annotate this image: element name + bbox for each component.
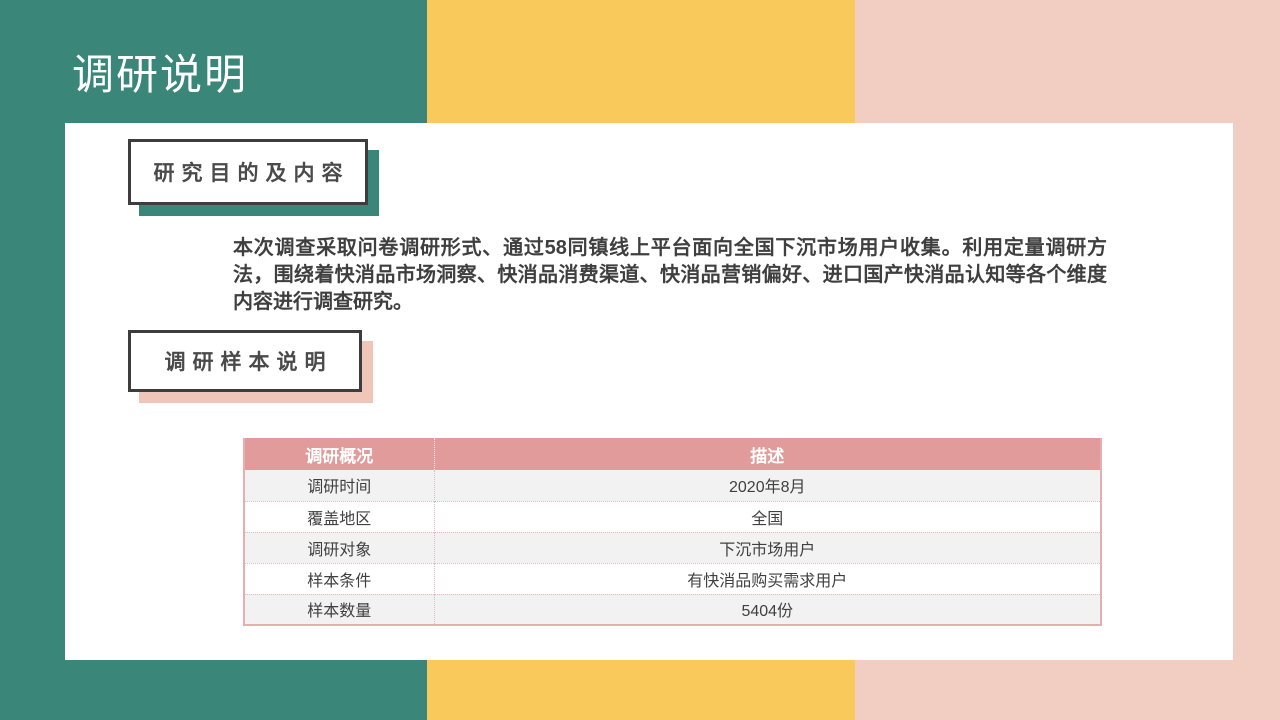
table-cell-value: 2020年8月 bbox=[434, 470, 1101, 501]
section-header-research-purpose: 研究目的及内容 bbox=[128, 139, 368, 205]
table-cell-value: 全国 bbox=[434, 501, 1101, 532]
survey-sample-table: 调研概况 描述 调研时间 2020年8月 覆盖地区 全国 调研对象 下沉市场用户 bbox=[243, 438, 1102, 626]
table-cell-value: 下沉市场用户 bbox=[434, 532, 1101, 563]
table-cell-label: 样本数量 bbox=[244, 594, 434, 625]
table-header-row: 调研概况 描述 bbox=[244, 438, 1101, 470]
table-row: 样本条件 有快消品购买需求用户 bbox=[244, 563, 1101, 594]
table-row: 调研时间 2020年8月 bbox=[244, 470, 1101, 501]
table-cell-label: 样本条件 bbox=[244, 563, 434, 594]
section-header-label: 研究目的及内容 bbox=[147, 157, 350, 187]
page-title: 调研说明 bbox=[72, 50, 248, 100]
table-header-overview: 调研概况 bbox=[244, 438, 434, 470]
section-header-sample-description: 调研样本说明 bbox=[128, 330, 362, 392]
section-header-label: 调研样本说明 bbox=[158, 346, 333, 376]
slide: 调研说明 研究目的及内容 本次调查采取问卷调研形式、通过58同镇线上平台面向全国… bbox=[0, 0, 1280, 720]
research-description-paragraph: 本次调查采取问卷调研形式、通过58同镇线上平台面向全国下沉市场用户收集。利用定量… bbox=[233, 235, 1107, 316]
table-row: 调研对象 下沉市场用户 bbox=[244, 532, 1101, 563]
table-cell-label: 覆盖地区 bbox=[244, 501, 434, 532]
content-card: 研究目的及内容 本次调查采取问卷调研形式、通过58同镇线上平台面向全国下沉市场用… bbox=[65, 123, 1233, 660]
table-cell-value: 5404份 bbox=[434, 594, 1101, 625]
table-cell-label: 调研对象 bbox=[244, 532, 434, 563]
table-cell-label: 调研时间 bbox=[244, 470, 434, 501]
table-header-description: 描述 bbox=[434, 438, 1101, 470]
table-cell-value: 有快消品购买需求用户 bbox=[434, 563, 1101, 594]
table-row: 样本数量 5404份 bbox=[244, 594, 1101, 625]
table-row: 覆盖地区 全国 bbox=[244, 501, 1101, 532]
